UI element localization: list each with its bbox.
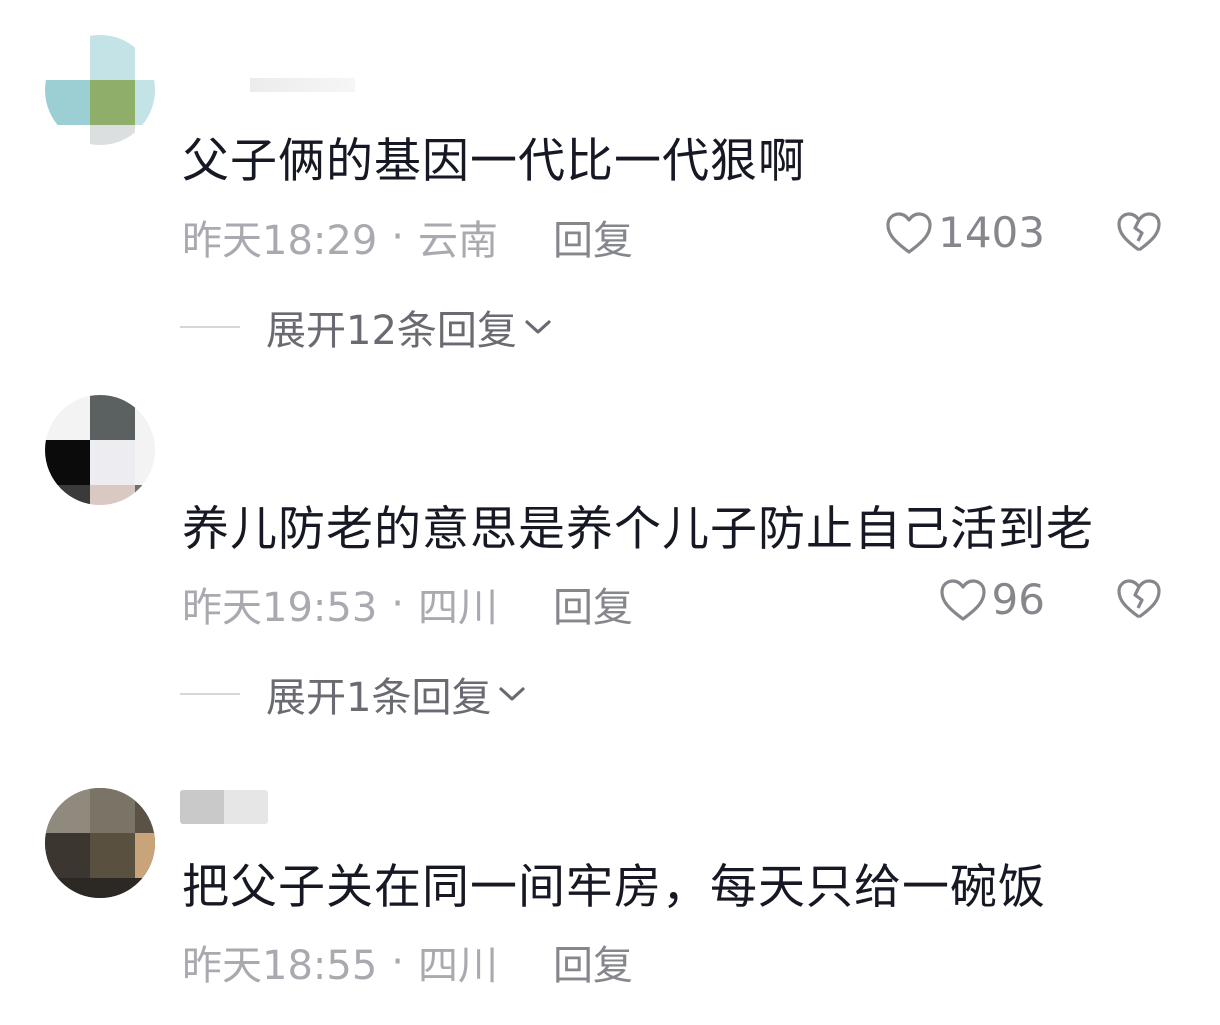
comment-meta: 昨天18:55 · 四川 回复 <box>182 933 633 991</box>
heart-outline-icon <box>939 578 986 621</box>
heart-outline-icon <box>886 211 932 254</box>
reply-button[interactable]: 回复 <box>553 575 633 633</box>
comment-time: 昨天18:29 <box>182 218 378 264</box>
avatar[interactable] <box>45 788 155 898</box>
meta-separator: · <box>391 939 404 985</box>
chevron-down-icon <box>525 320 551 334</box>
reply-button[interactable]: 回复 <box>553 933 633 991</box>
username-blurred[interactable] <box>250 78 355 92</box>
expand-replies-label: 展开12条回复 <box>266 308 517 354</box>
dislike-button[interactable] <box>1115 210 1163 258</box>
comment-item: 父子俩的基因一代比一代狠啊 昨天18:29 · 云南 回复 1403 展开12条… <box>0 0 1220 370</box>
divider-line <box>180 693 240 695</box>
reply-button[interactable]: 回复 <box>553 208 633 266</box>
dislike-button[interactable] <box>1115 577 1163 625</box>
expand-replies-button[interactable]: 展开1条回复 <box>180 665 527 723</box>
comment-time: 昨天18:55 <box>182 943 378 989</box>
comment-time: 昨天19:53 <box>182 585 378 631</box>
like-button[interactable]: 96 <box>938 575 1045 624</box>
comment-text: 养儿防老的意思是养个儿子防止自己活到老 <box>182 502 1094 557</box>
meta-separator: · <box>391 581 404 627</box>
comment-item: 把父子关在同一间牢房，每天只给一碗饭 昨天18:55 · 四川 回复 <box>0 740 1220 1025</box>
divider-line <box>180 326 240 328</box>
like-count: 96 <box>991 575 1045 624</box>
comment-meta: 昨天19:53 · 四川 回复 <box>182 575 633 633</box>
expand-replies-button[interactable]: 展开12条回复 <box>180 298 553 356</box>
broken-heart-icon <box>1117 579 1161 619</box>
like-button[interactable]: 1403 <box>884 208 1045 257</box>
comment-item: 养儿防老的意思是养个儿子防止自己活到老 昨天19:53 · 四川 回复 96 展… <box>0 370 1220 740</box>
like-count: 1403 <box>938 208 1045 257</box>
broken-heart-icon <box>1117 212 1161 252</box>
avatar[interactable] <box>45 395 155 505</box>
comment-location: 云南 <box>418 218 498 264</box>
meta-separator: · <box>391 214 404 260</box>
comment-text: 把父子关在同一间牢房，每天只给一碗饭 <box>182 860 1046 915</box>
comment-text: 父子俩的基因一代比一代狠啊 <box>182 134 806 189</box>
comment-location: 四川 <box>418 585 498 631</box>
comment-location: 四川 <box>418 943 498 989</box>
comment-meta: 昨天18:29 · 云南 回复 <box>182 208 633 266</box>
expand-replies-label: 展开1条回复 <box>266 675 492 721</box>
username-blurred[interactable] <box>180 790 268 824</box>
chevron-down-icon <box>499 687 526 701</box>
avatar[interactable] <box>45 35 155 145</box>
